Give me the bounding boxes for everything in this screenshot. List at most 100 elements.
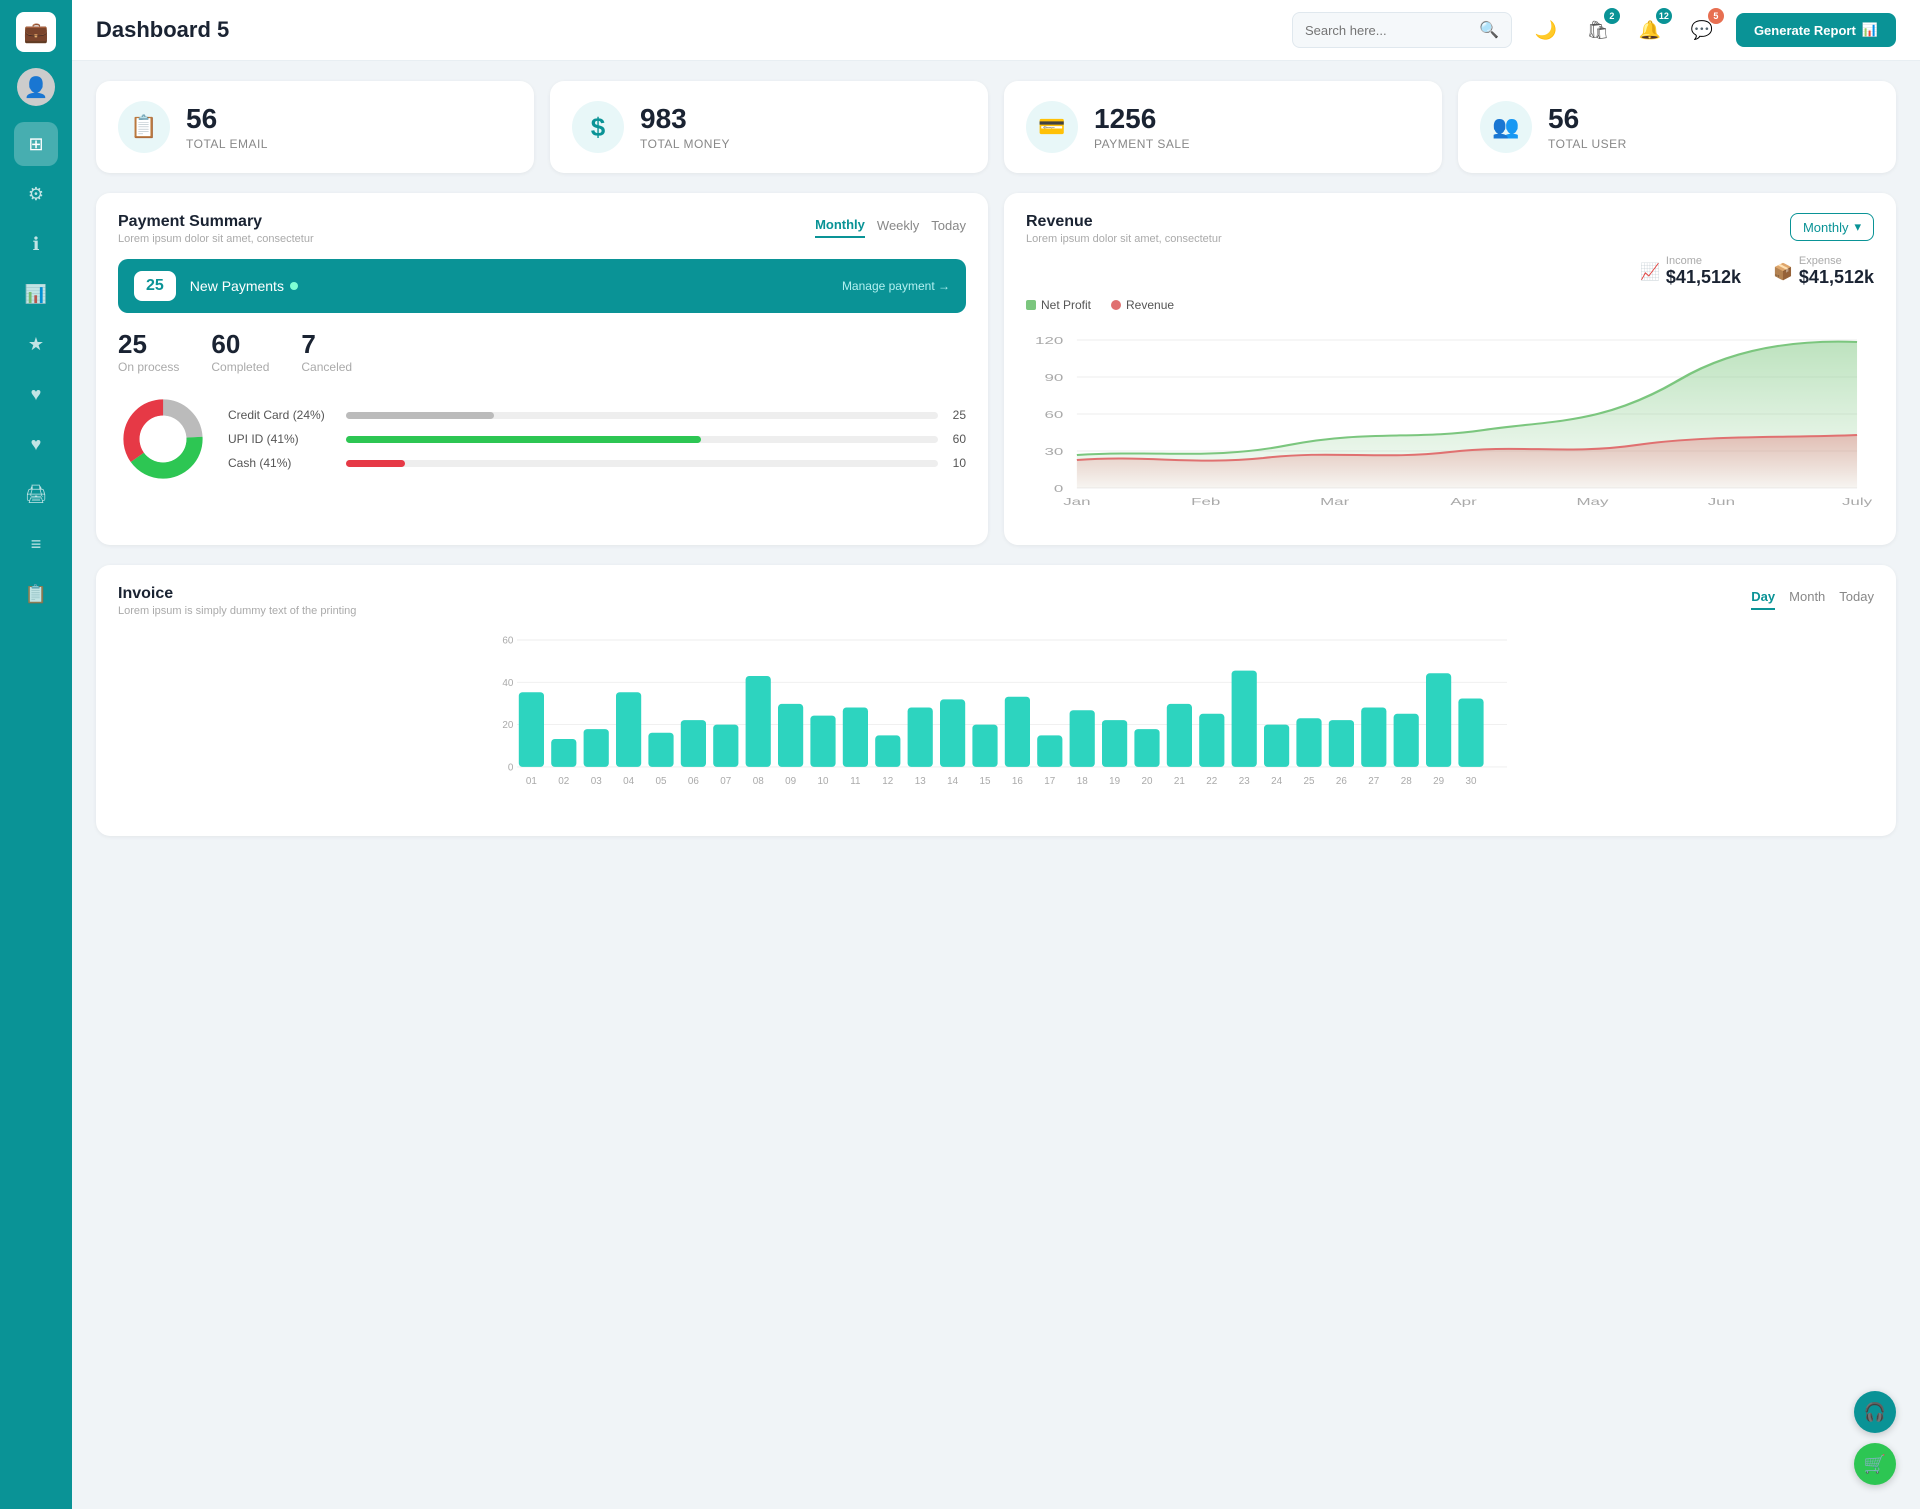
canceled-label: Canceled	[301, 360, 352, 374]
invoice-tabs: Day Month Today	[1751, 585, 1874, 610]
sidebar-item-print[interactable]: 🖨	[14, 472, 58, 516]
svg-text:18: 18	[1077, 776, 1088, 787]
payment-stats-trio: 25 On process 60 Completed 7 Canceled	[118, 329, 966, 374]
bell-icon: 🔔	[1639, 20, 1661, 41]
on-process-item: 25 On process	[118, 329, 179, 374]
completed-item: 60 Completed	[211, 329, 269, 374]
chat-badge: 5	[1708, 8, 1724, 24]
payment-summary-tabs: Monthly Weekly Today	[815, 213, 966, 238]
bell-btn[interactable]: 🔔 12	[1632, 12, 1668, 48]
bar-29	[1426, 673, 1451, 767]
sidebar-item-analytics[interactable]: 📊	[14, 272, 58, 316]
bar-08	[746, 676, 771, 767]
revenue-label: Revenue	[1126, 298, 1174, 312]
bar-02	[551, 739, 576, 767]
new-payments-dot	[290, 282, 298, 290]
bar-25	[1296, 718, 1321, 767]
sidebar-item-clipboard[interactable]: 📋	[14, 572, 58, 616]
tab-today[interactable]: Today	[931, 214, 966, 237]
income-item: 📈 Income $41,512k	[1640, 255, 1741, 288]
sidebar-item-heart2[interactable]: ♥	[14, 422, 58, 466]
expense-label: Expense	[1799, 255, 1874, 267]
sidebar-item-info[interactable]: ℹ	[14, 222, 58, 266]
svg-text:24: 24	[1271, 776, 1282, 787]
sidebar-logo[interactable]: 💼	[16, 12, 56, 52]
svg-text:Mar: Mar	[1320, 496, 1350, 507]
sidebar-item-favorites[interactable]: ★	[14, 322, 58, 366]
user-label: TOTAL USER	[1548, 137, 1627, 151]
svg-text:23: 23	[1239, 776, 1250, 787]
search-input[interactable]	[1305, 23, 1471, 38]
user-avatar[interactable]: 👤	[17, 68, 55, 106]
tab-weekly[interactable]: Weekly	[877, 214, 919, 237]
inv-tab-day[interactable]: Day	[1751, 585, 1775, 610]
svg-text:15: 15	[980, 776, 991, 787]
chat-btn[interactable]: 💬 5	[1684, 12, 1720, 48]
cc-bar-fill	[346, 412, 494, 419]
svg-text:60: 60	[502, 636, 513, 647]
svg-text:01: 01	[526, 776, 537, 787]
sidebar-item-list[interactable]: ≡	[14, 522, 58, 566]
analytics-icon: 📊	[25, 284, 47, 305]
canceled-number: 7	[301, 329, 352, 360]
revenue-dot	[1111, 300, 1121, 310]
donut-svg	[118, 394, 208, 484]
svg-text:06: 06	[688, 776, 699, 787]
upi-value: 60	[946, 432, 966, 446]
sidebar-item-dashboard[interactable]: ⊞	[14, 122, 58, 166]
heart2-icon: ♥	[31, 434, 42, 455]
email-icon-box: 📋	[118, 101, 170, 153]
manage-payment-link[interactable]: Manage payment →	[842, 279, 950, 293]
svg-text:20: 20	[1142, 776, 1153, 787]
svg-text:Apr: Apr	[1450, 496, 1477, 507]
svg-text:08: 08	[753, 776, 764, 787]
stat-card-user: 👥 56 TOTAL USER	[1458, 81, 1896, 173]
svg-text:13: 13	[915, 776, 926, 787]
cash-bar-bg	[346, 460, 938, 467]
search-box[interactable]: 🔍	[1292, 12, 1512, 48]
net-profit-dot	[1026, 300, 1036, 310]
revenue-monthly-dropdown[interactable]: Monthly ▾	[1790, 213, 1874, 241]
moon-btn[interactable]: 🌙	[1528, 12, 1564, 48]
svg-text:03: 03	[591, 776, 602, 787]
bar-03	[584, 729, 609, 767]
revenue-subtitle: Lorem ipsum dolor sit amet, consectetur	[1026, 233, 1222, 245]
upi-bar-fill	[346, 436, 701, 443]
support-float-btn[interactable]: 🎧	[1854, 1391, 1896, 1433]
bell-badge: 12	[1656, 8, 1672, 24]
invoice-subtitle: Lorem ipsum is simply dummy text of the …	[118, 605, 356, 617]
canceled-item: 7 Canceled	[301, 329, 352, 374]
generate-report-button[interactable]: Generate Report 📊	[1736, 13, 1896, 47]
money-label: TOTAL MONEY	[640, 137, 730, 151]
cart-badge: 2	[1604, 8, 1620, 24]
heart-icon: ♥	[31, 384, 42, 405]
cart-btn[interactable]: 🛍 2	[1580, 12, 1616, 48]
inv-tab-today[interactable]: Today	[1839, 585, 1874, 610]
svg-text:Jun: Jun	[1708, 496, 1735, 507]
revenue-card: Revenue Lorem ipsum dolor sit amet, cons…	[1004, 193, 1896, 545]
progress-row-upi: UPI ID (41%) 60	[228, 432, 966, 446]
cart-float-btn[interactable]: 🛒	[1854, 1443, 1896, 1485]
tab-monthly[interactable]: Monthly	[815, 213, 865, 238]
svg-text:30: 30	[1466, 776, 1477, 787]
sidebar-item-heart1[interactable]: ♥	[14, 372, 58, 416]
income-expense-row: 📈 Income $41,512k 📦 Expense $41,512k	[1026, 255, 1874, 288]
invoice-title: Invoice	[118, 585, 356, 603]
svg-text:22: 22	[1206, 776, 1217, 787]
bar-06	[681, 720, 706, 767]
cash-bar-fill	[346, 460, 405, 467]
svg-text:Jan: Jan	[1063, 496, 1090, 507]
bar-27	[1361, 708, 1386, 767]
income-icon: 📈	[1640, 262, 1660, 282]
sidebar-item-settings[interactable]: ⚙	[14, 172, 58, 216]
payment-summary-card: Payment Summary Lorem ipsum dolor sit am…	[96, 193, 988, 545]
completed-label: Completed	[211, 360, 269, 374]
shopping-cart-icon: 🛒	[1864, 1454, 1886, 1475]
svg-text:04: 04	[623, 776, 634, 787]
bar-04	[616, 692, 641, 767]
svg-text:14: 14	[947, 776, 958, 787]
legend-net-profit: Net Profit	[1026, 298, 1091, 312]
invoice-chart-container: 60 40 20 0	[118, 631, 1874, 816]
inv-tab-month[interactable]: Month	[1789, 585, 1825, 610]
cc-value: 25	[946, 408, 966, 422]
